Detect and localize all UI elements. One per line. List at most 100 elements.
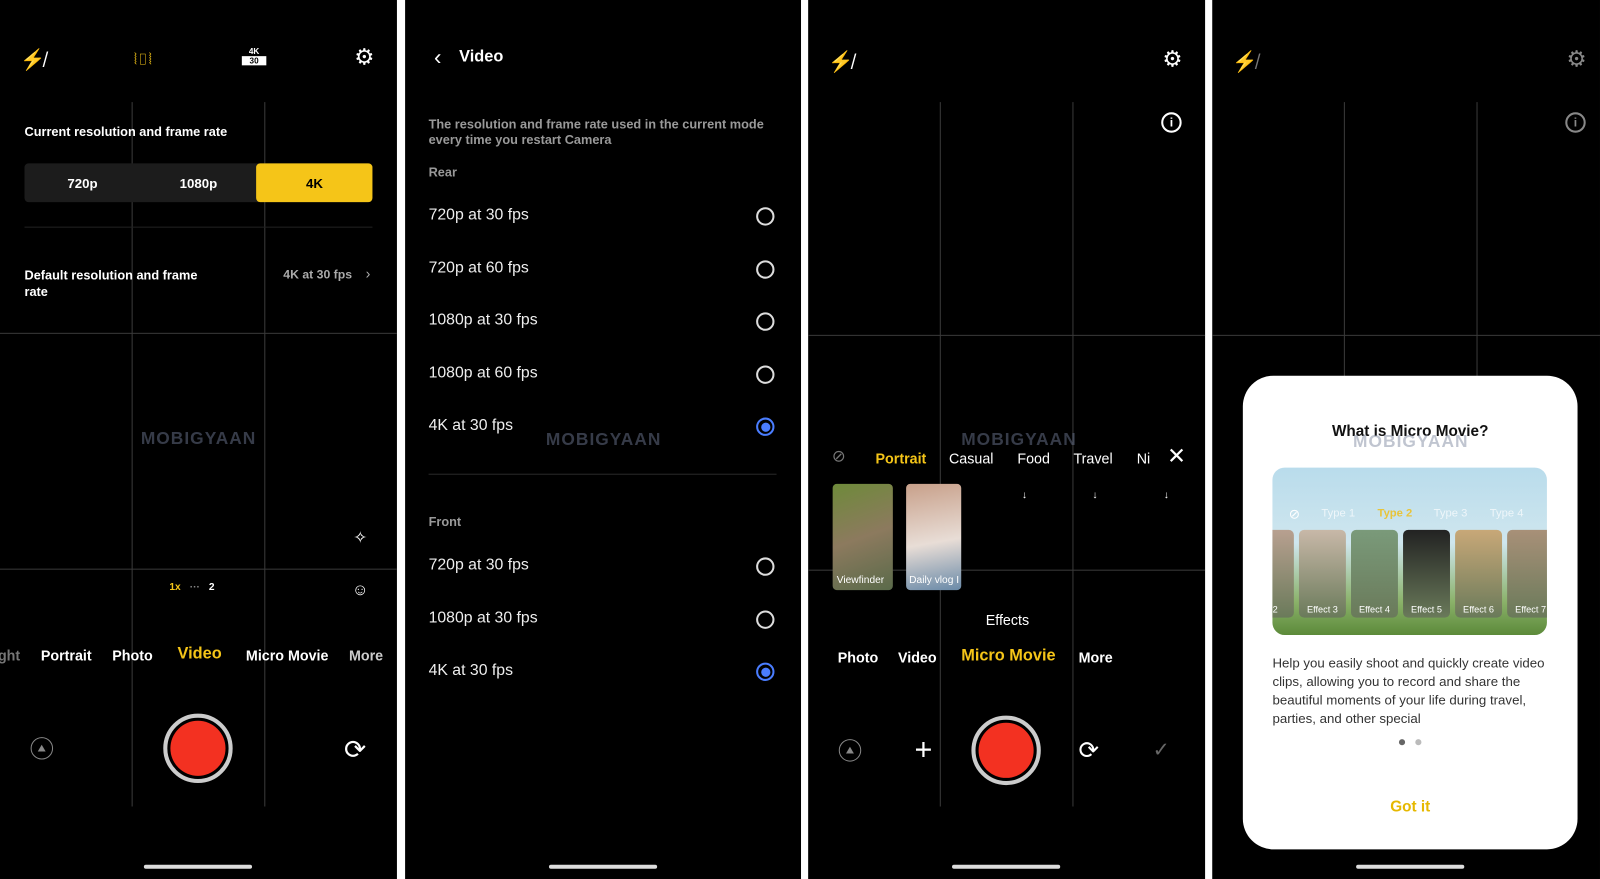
download-icon[interactable]: ↓ xyxy=(1159,488,1173,502)
record-button[interactable] xyxy=(163,713,233,784)
zoom-selector[interactable]: 1x ··· 2 xyxy=(169,582,214,593)
micro-movie-intro-panel: ⚡̸ ⚙ i What is Micro Movie? MOBIGYAAN ⊘ … xyxy=(1212,0,1600,879)
option-label[interactable]: 720p at 30 fps xyxy=(429,206,529,224)
download-icon[interactable]: ↓ xyxy=(1088,488,1102,502)
category-travel[interactable]: Travel xyxy=(1073,450,1112,466)
mode-video[interactable]: Video xyxy=(898,649,937,665)
type-tab[interactable]: Type 4 xyxy=(1490,507,1524,519)
record-button[interactable] xyxy=(971,715,1041,786)
gear-icon[interactable]: ⚙ xyxy=(1562,45,1591,74)
mode-photo[interactable]: Photo xyxy=(112,647,152,663)
option-label[interactable]: 720p at 30 fps xyxy=(429,556,529,574)
mode-night[interactable]: ght xyxy=(0,647,20,663)
effect-card[interactable]: Effect 7 xyxy=(1507,529,1547,618)
effects-label[interactable]: Effects xyxy=(986,612,1029,628)
download-icon[interactable]: ↓ xyxy=(1017,488,1031,502)
flash-off-icon[interactable]: ⚡̸ xyxy=(827,47,856,76)
home-indicator[interactable] xyxy=(1356,864,1465,869)
effect-label: Effect 7 xyxy=(1515,604,1547,615)
home-indicator[interactable] xyxy=(143,864,253,869)
magic-wand-icon[interactable]: ✧ xyxy=(347,525,374,552)
micro-movie-panel: ⚡̸ ⚙ i MOBIGYAAN ⊘ Portrait Casual Food … xyxy=(808,0,1206,879)
option-label[interactable]: 1080p at 60 fps xyxy=(429,364,538,382)
effect-label: ct 2 xyxy=(1272,604,1278,615)
got-it-button[interactable]: Got it xyxy=(1243,798,1578,815)
mode-video[interactable]: Video xyxy=(178,645,222,663)
type-tab[interactable]: Type 2 xyxy=(1378,507,1413,519)
category-portrait[interactable]: Portrait xyxy=(876,450,927,466)
gallery-icon[interactable]: ⛰ xyxy=(838,739,862,762)
face-beauty-icon[interactable]: ☺ xyxy=(347,578,374,605)
default-resolution-row[interactable]: Default resolution and frame rate 4K at … xyxy=(24,265,372,302)
checkmark-icon[interactable]: ✓ xyxy=(1149,737,1173,762)
type-tab[interactable]: Type 3 xyxy=(1434,507,1468,519)
mode-micro-movie[interactable]: Micro Movie xyxy=(961,647,1055,665)
mode-micro-movie[interactable]: Micro Movie xyxy=(246,647,329,663)
section-front: Front xyxy=(428,514,462,529)
close-icon[interactable]: ✕ xyxy=(1165,443,1187,469)
effect-card[interactable]: Effect 3 xyxy=(1298,529,1346,618)
radio-button[interactable] xyxy=(756,609,775,629)
segment-4k[interactable]: 4K xyxy=(256,163,373,203)
description: The resolution and frame rate used in th… xyxy=(428,117,764,148)
option-label[interactable]: 4K at 30 fps xyxy=(429,662,513,680)
resolution-segmented-control: 720p 1080p 4K xyxy=(24,163,373,203)
effect-card[interactable]: Effect 5 xyxy=(1403,529,1450,618)
gear-icon[interactable]: ⚙ xyxy=(350,43,379,72)
template-daily-vlog[interactable]: Daily vlog I xyxy=(906,483,962,591)
mode-photo[interactable]: Photo xyxy=(838,649,878,665)
effect-label: Effect 6 xyxy=(1463,604,1495,615)
mode-portrait[interactable]: Portrait xyxy=(41,647,92,663)
home-indicator[interactable] xyxy=(548,864,658,869)
info-icon[interactable]: i xyxy=(1565,112,1586,133)
flash-off-icon[interactable]: ⚡̸ xyxy=(18,45,47,74)
info-icon[interactable]: i xyxy=(1161,112,1182,133)
gallery-icon[interactable]: ⛰ xyxy=(30,737,54,760)
radio-button[interactable] xyxy=(756,557,775,576)
effect-card[interactable]: Effect 6 xyxy=(1455,529,1503,618)
gear-icon[interactable]: ⚙ xyxy=(1158,45,1187,74)
effect-card[interactable]: Effect 4 xyxy=(1351,529,1398,618)
add-icon[interactable]: + xyxy=(910,733,937,767)
type-tab[interactable]: Type 1 xyxy=(1321,507,1355,519)
effect-label: Effect 3 xyxy=(1306,604,1338,615)
category-night[interactable]: Ni xyxy=(1137,450,1151,466)
stabilization-icon[interactable]: ⦚▯⦚ xyxy=(129,45,158,74)
switch-camera-icon[interactable]: ⟳ xyxy=(339,733,372,766)
page-dot xyxy=(1415,739,1422,746)
switch-camera-icon[interactable]: ⟳ xyxy=(1073,735,1104,766)
segment-1080p[interactable]: 1080p xyxy=(140,163,256,202)
divider xyxy=(428,473,777,475)
effect-card[interactable]: ct 2 xyxy=(1272,529,1294,618)
chevron-right-icon: › xyxy=(365,265,371,282)
section-rear: Rear xyxy=(428,165,457,180)
category-food[interactable]: Food xyxy=(1017,450,1050,466)
option-label[interactable]: 720p at 60 fps xyxy=(429,259,529,277)
template-viewfinder[interactable]: Viewfinder xyxy=(832,483,893,591)
radio-button[interactable] xyxy=(756,312,775,331)
no-effect-icon: ⊘ xyxy=(1288,506,1300,522)
flash-off-icon[interactable]: ⚡̸ xyxy=(1231,47,1260,76)
micro-movie-dialog: What is Micro Movie? MOBIGYAAN ⊘ Type 1T… xyxy=(1242,375,1578,850)
resolution-badge-icon[interactable]: 4K 30 xyxy=(241,47,267,66)
mode-more[interactable]: More xyxy=(349,647,383,663)
option-label[interactable]: 1080p at 30 fps xyxy=(429,609,538,627)
camera-settings-panel: ⚡̸ ⦚▯⦚ 4K 30 ⚙ Current resolution and fr… xyxy=(0,0,397,879)
option-label[interactable]: 4K at 30 fps xyxy=(429,417,513,435)
home-indicator[interactable] xyxy=(952,864,1061,869)
mode-more[interactable]: More xyxy=(1079,649,1113,665)
no-effect-icon[interactable]: ⊘ xyxy=(831,448,847,465)
radio-button[interactable] xyxy=(756,207,775,226)
category-casual[interactable]: Casual xyxy=(949,450,993,466)
radio-selected[interactable] xyxy=(756,662,775,681)
segment-720p[interactable]: 720p xyxy=(24,163,140,202)
preview-image: ⊘ Type 1 Type 2 Type 3 Type 4 ct 2 Effect 3 E… xyxy=(1272,467,1547,635)
radio-selected[interactable] xyxy=(756,417,775,436)
option-label[interactable]: 1080p at 30 fps xyxy=(429,311,538,329)
radio-button[interactable] xyxy=(756,364,775,384)
current-resolution-label: Current resolution and frame rate xyxy=(24,124,228,139)
effect-label: Effect 5 xyxy=(1411,604,1443,615)
page-dot-active xyxy=(1398,739,1406,746)
back-arrow-icon[interactable]: ‹ xyxy=(428,44,448,70)
radio-button[interactable] xyxy=(756,259,775,279)
